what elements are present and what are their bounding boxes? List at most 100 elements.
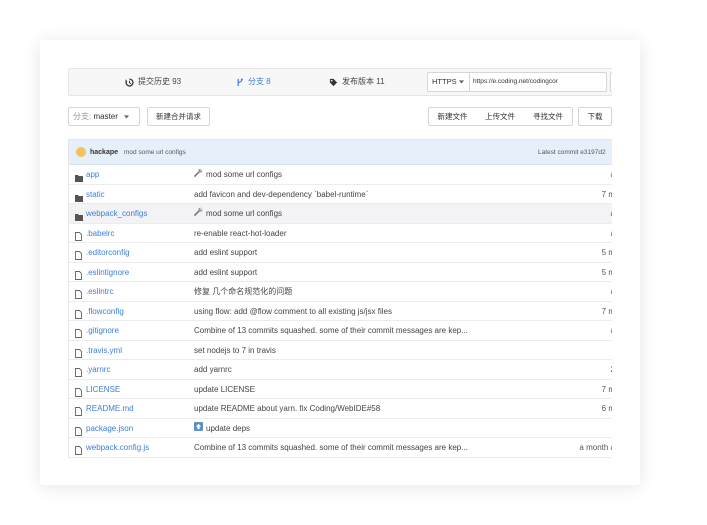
- file-commit-message-text: update LICENSE: [194, 384, 255, 394]
- file-commit-message[interactable]: update LICENSE: [194, 380, 255, 399]
- file-age: 5 m: [601, 248, 612, 257]
- file-commit-message-text: re-enable react-hot-loader: [194, 228, 287, 238]
- table-row[interactable]: package.json update deps: [69, 419, 612, 438]
- avatar: [76, 147, 86, 157]
- releases-label: 发布版本 11: [342, 77, 385, 86]
- file-commit-message[interactable]: re-enable react-hot-loader: [194, 224, 287, 243]
- commit-author[interactable]: hackape: [90, 140, 118, 165]
- find-file-button[interactable]: 寻找文件: [524, 107, 573, 126]
- file-commit-message[interactable]: update deps: [194, 419, 250, 438]
- upload-file-button[interactable]: 上传文件: [476, 107, 525, 126]
- file-name-link[interactable]: app: [86, 165, 99, 184]
- file-commit-message[interactable]: add eslint support: [194, 263, 257, 282]
- file-commit-message[interactable]: mod some url configs: [194, 204, 282, 223]
- file-commit-message[interactable]: add favicon and dev-dependency `babel-ru…: [194, 185, 368, 204]
- download-button[interactable]: 下载: [578, 107, 612, 126]
- file-name-link[interactable]: webpack.config.js: [86, 438, 149, 457]
- new-file-button[interactable]: 新建文件: [428, 107, 477, 126]
- file-name-link[interactable]: .eslintrc: [86, 282, 114, 301]
- file-name-link[interactable]: package.json: [86, 419, 133, 438]
- file-commit-message-text: using flow: add @flow comment to all exi…: [194, 306, 392, 316]
- file-commit-message-text: mod some url configs: [206, 209, 283, 218]
- file-commit-message-text: add favicon and dev-dependency `babel-ru…: [194, 189, 369, 199]
- latest-commit-label[interactable]: Latest commit e3197d2: [538, 140, 606, 165]
- table-row[interactable]: .babelrc re-enable react-hot-loader a: [69, 224, 612, 243]
- file-age: 7 m: [601, 306, 612, 316]
- file-name-link[interactable]: LICENSE: [86, 380, 120, 399]
- table-row[interactable]: .gitignore Combine of 13 commits squashed…: [69, 321, 612, 341]
- file-commit-message-text: mod some url configs: [206, 170, 283, 179]
- tag-icon: [329, 78, 338, 87]
- branches-link[interactable]: 分支 8: [236, 69, 271, 95]
- file-commit-message-text: Combine of 13 commits squashed. some of …: [194, 443, 468, 452]
- file-age: a: [569, 282, 612, 301]
- table-row[interactable]: webpack.config.js Combine of 13 commits s…: [69, 438, 612, 458]
- copy-url-button[interactable]: [610, 72, 612, 92]
- branch-select-value: master: [93, 112, 118, 121]
- table-row[interactable]: .eslintrc 修复 几个命名规范化的问题 a: [69, 282, 612, 302]
- commit-history-label: 提交历史 93: [138, 77, 182, 86]
- file-name-link[interactable]: .travis.yml: [86, 341, 122, 360]
- releases-link[interactable]: 发布版本 11: [329, 69, 385, 95]
- table-row[interactable]: .yarnrc add yarnrc 2: [69, 360, 612, 380]
- file-age: 5 m: [601, 267, 612, 277]
- wrench-icon: [194, 165, 203, 184]
- repository-viewport: 提交历史 93 分支 8 发布版本 11 HTTPS https://e.cod…: [40, 40, 612, 485]
- file-commit-message[interactable]: set nodejs to 7 in travis: [194, 341, 276, 360]
- branch-select-label: 分支:: [73, 112, 92, 121]
- new-merge-request-button[interactable]: 新建合并请求: [147, 107, 210, 126]
- file-commit-message-text: update deps: [206, 423, 251, 433]
- file-age: 7 m: [601, 384, 612, 394]
- file-commit-message[interactable]: add eslint support: [194, 243, 257, 262]
- file-name-link[interactable]: .eslintignore: [86, 263, 129, 282]
- file-name-link[interactable]: .gitignore: [86, 321, 119, 340]
- arrow-up-icon: [194, 419, 203, 438]
- file-commit-message[interactable]: 修复 几个命名规范化的问题: [194, 282, 292, 301]
- file-commit-message[interactable]: add yarnrc: [194, 360, 232, 379]
- table-row[interactable]: webpack_configs mod some url configs a: [69, 204, 612, 224]
- file-name-link[interactable]: .editorconfig: [86, 243, 130, 262]
- file-icon: [75, 443, 82, 462]
- table-row[interactable]: .flowconfig using flow: add @flow comment…: [69, 302, 612, 321]
- clone-url-field[interactable]: https://e.coding.net/codingcor: [470, 73, 606, 91]
- file-age: a: [569, 165, 612, 184]
- file-name-link[interactable]: .yarnrc: [86, 360, 110, 379]
- table-row[interactable]: static add favicon and dev-dependency `ba…: [69, 185, 612, 204]
- file-commit-message[interactable]: Combine of 13 commits squashed. some of …: [194, 438, 468, 457]
- clone-url-group: HTTPS https://e.coding.net/codingcor: [427, 72, 607, 92]
- commit-message[interactable]: mod some url configs: [124, 140, 186, 165]
- repository-card: 提交历史 93 分支 8 发布版本 11 HTTPS https://e.cod…: [40, 40, 640, 485]
- file-name-link[interactable]: .babelrc: [86, 224, 114, 243]
- branch-select[interactable]: 分支: master: [68, 107, 140, 126]
- table-row[interactable]: .editorconfig add eslint support 5 m: [69, 243, 612, 263]
- file-commit-message[interactable]: mod some url configs: [194, 165, 282, 184]
- file-name-link[interactable]: webpack_configs: [86, 204, 147, 223]
- file-age: 7 m: [601, 189, 612, 199]
- file-age: a: [569, 204, 612, 223]
- table-row[interactable]: LICENSE update LICENSE 7 m: [69, 380, 612, 399]
- caret-down-icon: [124, 112, 130, 121]
- file-commit-message-text: set nodejs to 7 in travis: [194, 345, 276, 355]
- protocol-select[interactable]: HTTPS: [428, 73, 470, 91]
- commit-history-link[interactable]: 提交历史 93: [125, 69, 181, 95]
- file-commit-message-text: add yarnrc: [194, 365, 232, 374]
- file-commit-message-text: update README about yarn. fix Coding/Web…: [194, 404, 381, 413]
- file-commit-message-text: Combine of 13 commits squashed. some of …: [194, 326, 468, 335]
- file-table: hackape mod some url configs Latest comm…: [68, 139, 612, 458]
- file-age: a month a: [579, 443, 612, 452]
- table-row[interactable]: .travis.yml set nodejs to 7 in travis: [69, 341, 612, 360]
- history-icon: [125, 77, 134, 87]
- file-commit-message[interactable]: update README about yarn. fix Coding/Web…: [194, 399, 380, 418]
- file-list: app mod some url configs a static add favico…: [69, 165, 612, 458]
- file-commit-message-text: add eslint support: [194, 267, 258, 277]
- file-commit-message[interactable]: using flow: add @flow comment to all exi…: [194, 302, 392, 321]
- table-row[interactable]: README.md update README about yarn. fix C…: [69, 399, 612, 419]
- file-age: a: [569, 224, 612, 243]
- file-name-link[interactable]: README.md: [86, 399, 134, 418]
- table-row[interactable]: .eslintignore add eslint support 5 m: [69, 263, 612, 282]
- file-commit-message[interactable]: Combine of 13 commits squashed. some of …: [194, 321, 468, 340]
- file-age: a: [569, 321, 612, 340]
- table-row[interactable]: app mod some url configs a: [69, 165, 612, 185]
- file-name-link[interactable]: .flowconfig: [86, 302, 124, 321]
- file-name-link[interactable]: static: [86, 185, 105, 204]
